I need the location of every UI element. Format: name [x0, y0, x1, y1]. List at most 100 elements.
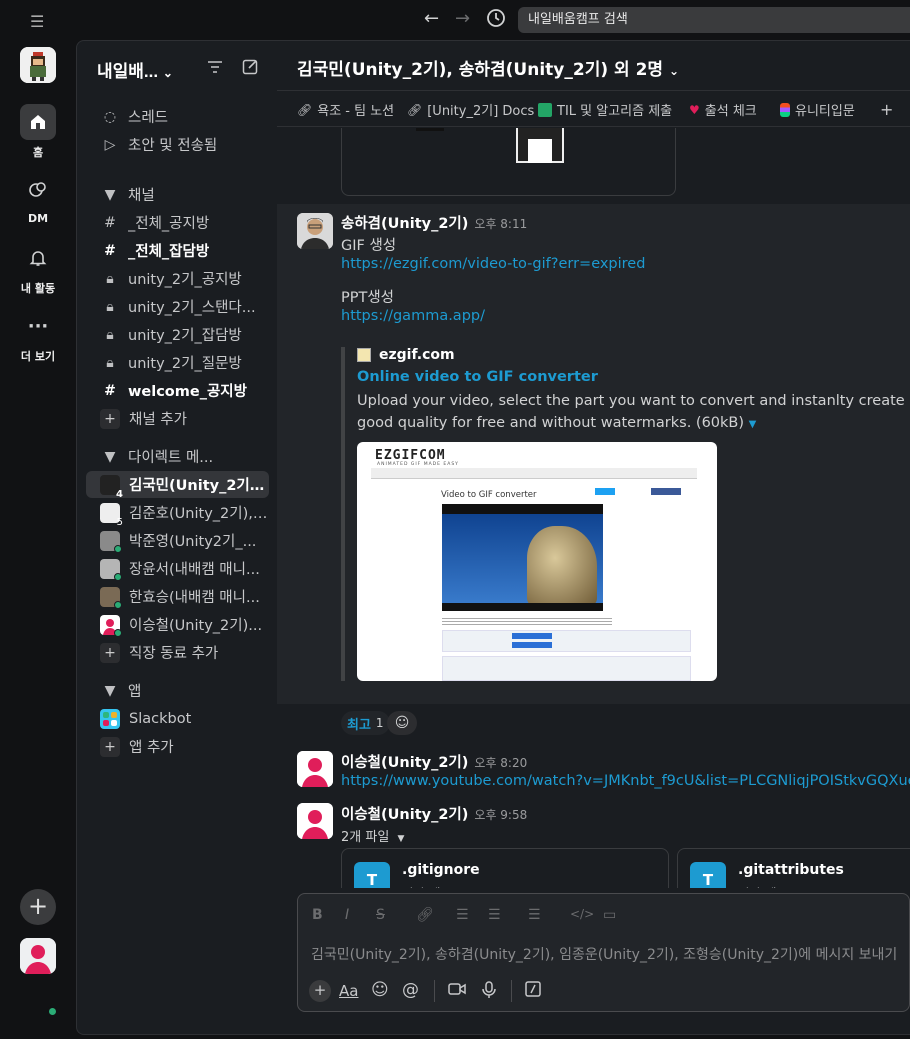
app-label: Slackbot	[129, 710, 192, 727]
bullet-list-icon[interactable]: ☰	[488, 907, 501, 923]
back-arrow-icon[interactable]: ←	[424, 8, 439, 29]
file-attachment[interactable]: T .gitignore 일반 텍스트	[341, 848, 669, 888]
sidebar-channel[interactable]: 🔒︎ unity_2기_잡담방	[86, 321, 269, 348]
code-icon[interactable]: </>	[570, 907, 594, 921]
sidebar-item-drafts[interactable]: ▷ 초안 및 전송됨	[86, 131, 269, 158]
user-avatar	[100, 614, 122, 637]
files-toggle[interactable]: 2개 파일 ▼	[341, 826, 404, 845]
sheets-icon	[538, 102, 552, 117]
bookmark-item[interactable]: TIL 및 알고리즘 제출	[538, 100, 672, 119]
message-link[interactable]: https://gamma.app/	[341, 308, 485, 324]
bookmark-item[interactable]: 🔗︎ 욕조 - 팀 노션	[297, 100, 394, 120]
plus-icon: +	[100, 642, 120, 663]
strikethrough-icon[interactable]: S	[376, 907, 385, 923]
sidebar-dm-item[interactable]: 5 김준호(Unity_2기), ...	[86, 499, 269, 526]
figma-icon	[780, 102, 790, 117]
forward-arrow-icon[interactable]: →	[455, 8, 470, 29]
bookmark-item[interactable]: 유니티입문	[780, 100, 855, 119]
channel-title[interactable]: 김국민(Unity_2기), 송하겸(Unity_2기) 외 2명 ⌄	[297, 55, 679, 80]
bold-icon[interactable]: B	[312, 907, 323, 923]
unfurl-preview-image[interactable]: EZGIFCOM ANIMATED GIF MADE EASY Video to…	[357, 442, 717, 681]
mention-icon[interactable]: @	[402, 980, 419, 1000]
sidebar-channel[interactable]: 🔒︎ unity_2기_공지방	[86, 265, 269, 292]
sender-avatar[interactable]	[297, 803, 333, 839]
bookmark-label: 유니티입문	[795, 104, 855, 119]
sender-avatar[interactable]	[297, 751, 333, 787]
previous-attachment[interactable]	[341, 128, 676, 196]
sidebar-item-threads[interactable]: ◌ 스레드	[86, 103, 269, 130]
attach-plus-button[interactable]: +	[309, 980, 331, 1002]
sidebar-dm-item[interactable]: 이승철(Unity_2기)...	[86, 611, 269, 638]
filter-icon[interactable]	[207, 60, 223, 78]
message-link[interactable]: https://ezgif.com/video-to-gif?err=expir…	[341, 256, 645, 272]
hash-icon: #	[104, 214, 116, 231]
plus-icon: +	[100, 408, 120, 429]
file-attachment[interactable]: T .gitattributes 일반 텍스트	[677, 848, 910, 888]
channels-section-header[interactable]: ▼ 채널	[86, 181, 269, 208]
channel-label: _전체_공지방	[128, 216, 210, 232]
workspace-logo[interactable]	[20, 47, 56, 83]
message-sender[interactable]: 송하겸(Unity_2기) 오후 8:11	[341, 212, 527, 233]
group-avatar: 4	[100, 474, 123, 498]
add-channel-button[interactable]: + 채널 추가	[86, 405, 269, 432]
compose-icon[interactable]	[242, 58, 259, 79]
add-bookmark-button[interactable]: +	[880, 100, 893, 119]
caret-down-icon: ▼	[397, 834, 405, 844]
sidebar-dm-item[interactable]: 박준영(Unity2기_...	[86, 527, 269, 554]
rail-activity[interactable]: 내 활동	[0, 240, 76, 296]
hamburger-menu-icon[interactable]: ☰	[30, 12, 44, 31]
sidebar-app-slackbot[interactable]: Slackbot	[86, 705, 269, 732]
workspace-name[interactable]: 내일배... ⌄	[97, 57, 173, 82]
link-icon[interactable]: 🔗︎	[416, 907, 434, 923]
ezgif-tagline: ANIMATED GIF MADE EASY	[377, 462, 459, 467]
sidebar-dm-item[interactable]: 장윤서(내배캠 매니...	[86, 555, 269, 582]
search-bar[interactable]: 내일배움캠프 검색	[518, 7, 910, 33]
bookmark-item[interactable]: 🔗︎ [Unity_2기] Docs	[407, 100, 534, 120]
slackbot-icon	[100, 708, 120, 729]
blockquote-icon[interactable]: ☰	[528, 907, 541, 923]
add-workspace-button[interactable]: +	[20, 889, 56, 925]
sidebar-dm-item[interactable]: 한효승(내배캠 매니...	[86, 583, 269, 610]
sidebar-channel[interactable]: 🔒︎ unity_2기_스탠다...	[86, 293, 269, 320]
history-clock-icon[interactable]	[486, 8, 506, 33]
bookmark-item[interactable]: ♥ 출석 체크	[689, 100, 757, 120]
add-app-button[interactable]: + 앱 추가	[86, 733, 269, 760]
rail-more[interactable]: ··· 더 보기	[0, 308, 76, 364]
sidebar-channel[interactable]: # _전체_잡담방	[86, 237, 269, 264]
video-icon[interactable]	[448, 982, 466, 1000]
caret-down-icon: ▼	[104, 448, 116, 465]
rail-dm[interactable]: DM	[0, 172, 76, 225]
apps-section-header[interactable]: ▼ 앱	[86, 677, 269, 704]
dm-section-header[interactable]: ▼ 다이렉트 메...	[86, 443, 269, 470]
collapse-caret-icon[interactable]: ▼	[749, 419, 757, 430]
channel-header: 김국민(Unity_2기), 송하겸(Unity_2기) 외 2명 ⌄	[277, 41, 910, 91]
format-toggle-button[interactable]: Aa	[339, 982, 358, 1000]
dm-label: 박준영(Unity2기_...	[129, 534, 257, 550]
user-avatar	[100, 530, 122, 553]
reaction-pill[interactable]: 최고 1	[341, 711, 390, 735]
add-reaction-icon[interactable]: ☺	[387, 711, 417, 735]
unfurl-site[interactable]: ezgif.com	[357, 347, 713, 363]
sidebar-channel[interactable]: 🔒︎ unity_2기_질문방	[86, 349, 269, 376]
sidebar-dm-item[interactable]: 4 김국민(Unity_2기), ...	[86, 471, 269, 498]
emoji-icon[interactable]: ☺	[371, 980, 389, 1000]
ordered-list-icon[interactable]: ☰	[456, 907, 469, 923]
sidebar-channel[interactable]: # welcome_공지방	[86, 377, 269, 404]
italic-icon[interactable]: I	[345, 907, 349, 923]
sender-avatar[interactable]	[297, 213, 333, 249]
rail-activity-label: 내 활동	[20, 282, 56, 295]
user-avatar[interactable]	[20, 938, 56, 974]
add-coworker-button[interactable]: + 직장 동료 추가	[86, 639, 269, 666]
message-sender[interactable]: 이승철(Unity_2기) 오후 9:58	[341, 803, 527, 824]
slash-command-icon[interactable]	[525, 981, 541, 1001]
unfurl-description: Upload your video, select the part you w…	[357, 393, 910, 431]
microphone-icon[interactable]	[482, 981, 496, 1002]
code-block-icon[interactable]: ▭	[603, 907, 616, 923]
composer-input[interactable]: 김국민(Unity_2기), 송하겸(Unity_2기), 임종운(Unity_…	[311, 944, 897, 964]
rail-dm-label: DM	[27, 212, 49, 225]
message-link[interactable]: https://www.youtube.com/watch?v=JMKnbt_f…	[341, 773, 910, 789]
unfurl-title[interactable]: Online video to GIF converter	[357, 369, 713, 385]
sidebar-channel[interactable]: # _전체_공지방	[86, 209, 269, 236]
rail-home[interactable]: 홈	[0, 104, 76, 160]
message-sender[interactable]: 이승철(Unity_2기) 오후 8:20	[341, 751, 527, 772]
